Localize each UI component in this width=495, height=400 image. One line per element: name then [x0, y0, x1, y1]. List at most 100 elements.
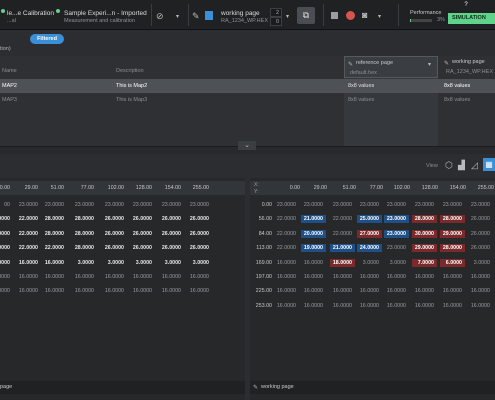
- stop-button[interactable]: [331, 12, 338, 19]
- map-cell: 23.0000: [384, 229, 409, 238]
- working-map-corner-x: X:: [254, 182, 259, 188]
- map-x-header: 29.00: [24, 185, 38, 191]
- map-cell: 7.0000: [412, 258, 437, 267]
- row-description: This is Map3: [116, 97, 148, 103]
- experiment-subtitle: Measurement and calibration: [64, 18, 135, 24]
- camera-icon[interactable]: ◙: [362, 10, 367, 20]
- map-cell: 28.0000: [74, 245, 94, 252]
- map-cell: 20.0000: [301, 229, 326, 238]
- toolbar: le...e Calibration ...al Sample Experi..…: [0, 0, 495, 30]
- table-view-button[interactable]: ▦: [483, 158, 495, 171]
- chevron-down-icon[interactable]: ▾: [428, 60, 431, 70]
- map-cell: 23.0000: [470, 202, 490, 208]
- map-cell: 22.0000: [332, 216, 352, 223]
- performance-bar-fill: [410, 19, 411, 22]
- map-cell: 16.0000: [44, 259, 64, 266]
- area-chart-icon[interactable]: ◿: [471, 160, 478, 170]
- chevron-down-icon[interactable]: ⌄: [238, 141, 256, 150]
- map-cell: 16.0000: [414, 288, 434, 295]
- map-cell: 30.0000: [412, 229, 437, 238]
- map-cell: 28.0000: [74, 216, 94, 223]
- simulation-mode-label: SIMULATION: [452, 15, 486, 21]
- table-row[interactable]: MAP3 This is Map3 8x8 values 8x8 values: [0, 93, 495, 107]
- record-button[interactable]: [346, 11, 355, 20]
- performance-label: Performance: [410, 10, 442, 16]
- map-cell: 16.0000: [303, 259, 323, 266]
- map-x-header: 0.00: [289, 185, 300, 191]
- row-working-value: 8x8 values: [444, 83, 471, 89]
- map-cell: 23.0000: [384, 215, 409, 224]
- reference-map-footer-label: page: [0, 384, 13, 390]
- map-cell: 19.0000: [301, 244, 326, 253]
- map-cell: 26.0000: [161, 230, 181, 237]
- no-connection-icon[interactable]: ⊘: [156, 11, 164, 21]
- map-cell: 26.0000: [104, 245, 124, 252]
- map-cell: 16.0000: [386, 288, 406, 295]
- copy-page-button[interactable]: ⧉: [297, 7, 315, 24]
- map-cell: 3.0000: [107, 259, 124, 266]
- experiment-title[interactable]: Sample Experi...n - Imported: [64, 10, 147, 17]
- divider: [398, 4, 399, 26]
- performance-value: 3%: [437, 17, 445, 23]
- reference-column-header[interactable]: ✎ reference page default.hex ▾: [344, 56, 438, 78]
- filtered-chip[interactable]: Filtered: [30, 34, 64, 44]
- map-cell: 16.0000: [470, 274, 490, 280]
- map-cell: 22.0000: [276, 216, 296, 223]
- map-cell: 28.0000: [440, 215, 465, 224]
- map-cell: 23.0000: [161, 202, 181, 208]
- map-cell: 16.0000: [442, 302, 462, 309]
- map-cell: 26.0000: [189, 230, 209, 237]
- map-cell: 16.0000: [359, 302, 379, 309]
- reference-map-footer: [0, 381, 245, 394]
- row-name: MAP2: [2, 83, 17, 89]
- map-cell: 26.0000: [161, 216, 181, 223]
- column-header-description[interactable]: Description: [116, 68, 144, 74]
- project-title[interactable]: le...e Calibration: [7, 10, 54, 17]
- chevron-down-icon[interactable]: ▾: [176, 12, 179, 22]
- map-cell: 16.0000: [386, 302, 406, 309]
- map-cell: 22.0000: [18, 245, 38, 252]
- reference-page-label: reference page: [356, 60, 393, 66]
- map-cell: 22.0000: [332, 230, 352, 237]
- map-cell: 21.0000: [330, 244, 355, 253]
- map-y-header: 84.00: [258, 230, 272, 237]
- map-cell: 23.0000: [303, 202, 323, 208]
- map-cell: 16.0000: [386, 274, 406, 280]
- column-header-name[interactable]: Name: [2, 68, 17, 74]
- chevron-down-icon[interactable]: ▾: [286, 12, 289, 22]
- working-column-header[interactable]: ✎ working page RA_1234_WP.HEX: [441, 56, 495, 78]
- map-cell: 3.0000: [77, 259, 94, 266]
- map-y-header: 113.00: [256, 245, 272, 252]
- chart-view-icon[interactable]: ▟: [458, 160, 465, 170]
- map-cell: 3.0000: [362, 259, 379, 266]
- page-stepper-bottom[interactable]: 0: [270, 17, 282, 26]
- map-cell: 26.0000: [189, 245, 209, 252]
- map-cell: 16.0000: [104, 274, 124, 280]
- map-cell: 16.0000: [359, 274, 379, 280]
- map-cell: 26.0000: [470, 216, 490, 223]
- map-x-header: 102.00: [393, 185, 410, 191]
- wrench-icon[interactable]: ✎: [192, 11, 200, 21]
- page-title[interactable]: working page: [221, 10, 260, 17]
- map-cell: 21.0000: [301, 215, 326, 224]
- table-row[interactable]: MAP2 This is Map2 8x8 values 8x8 values: [0, 79, 495, 93]
- filter-bar: [0, 30, 495, 44]
- map-cell: 28.0000: [440, 244, 465, 253]
- simulation-mode-button[interactable]: SIMULATION: [448, 13, 495, 24]
- map-cell: 23.0000: [44, 202, 64, 208]
- map-x-header: 255.00: [477, 185, 494, 191]
- map-cell: 16.0000: [470, 288, 490, 295]
- map-cell: 28.0000: [44, 230, 64, 237]
- map-cell: 16.0000: [332, 274, 352, 280]
- map-cell: 26.0000: [470, 245, 490, 252]
- help-label: ?: [464, 2, 468, 8]
- map-cell: 6.0000: [440, 258, 465, 267]
- help-button[interactable]: ?: [462, 1, 470, 10]
- 3d-view-icon[interactable]: ⬡: [445, 160, 453, 170]
- map-cell: 3.0000: [135, 259, 152, 266]
- working-page-file: RA_1234_WP.HEX: [446, 69, 493, 75]
- page-subtitle: RA_1234_WP.HEX: [221, 18, 268, 24]
- chevron-down-icon[interactable]: ▾: [378, 12, 381, 22]
- map-cell: 16.0000: [18, 274, 38, 280]
- page-stepper-top[interactable]: 2: [270, 8, 282, 17]
